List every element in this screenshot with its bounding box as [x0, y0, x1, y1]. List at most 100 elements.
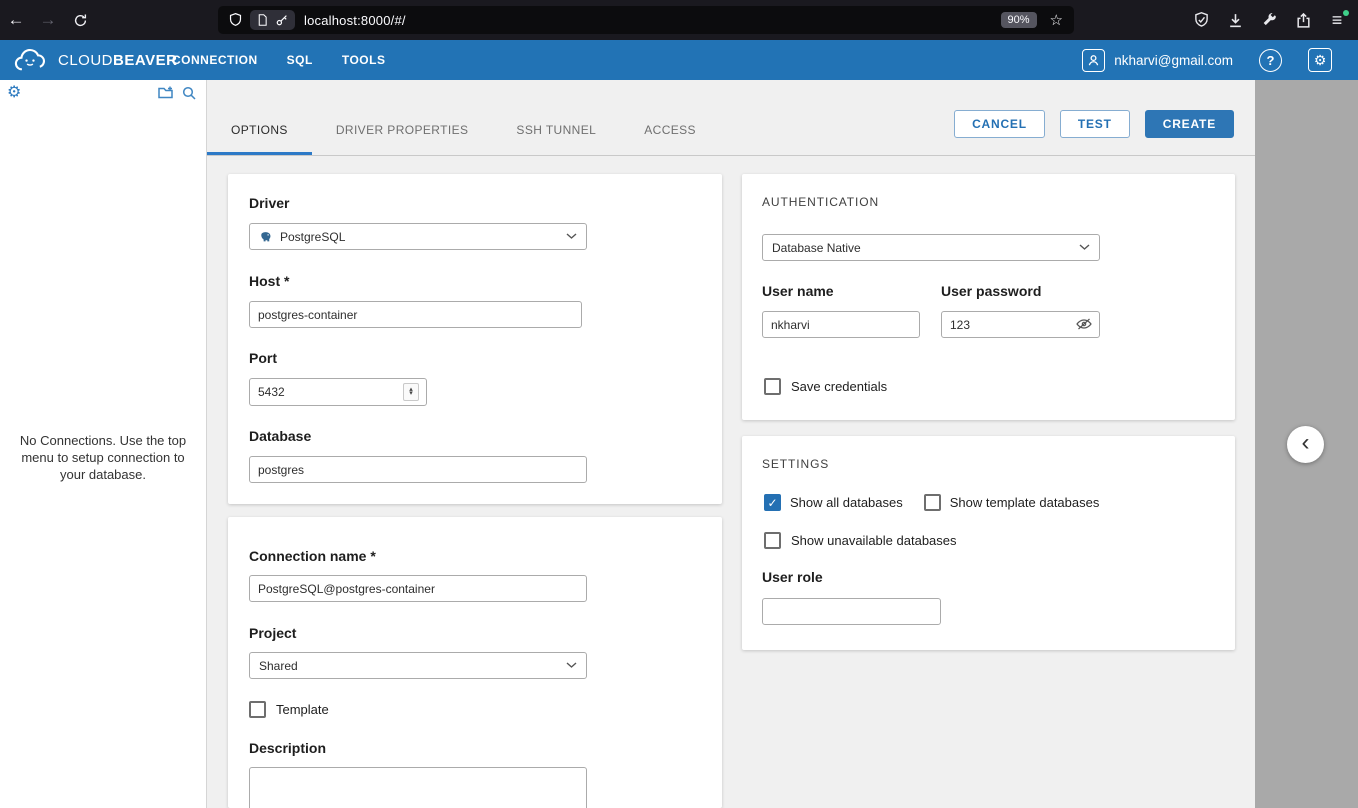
- nav-connection[interactable]: CONNECTION: [172, 53, 258, 67]
- create-button[interactable]: CREATE: [1144, 110, 1234, 138]
- user-password-label: User password: [941, 283, 1042, 299]
- connection-form-page: OPTIONS DRIVER PROPERTIES SSH TUNNEL ACC…: [207, 80, 1255, 808]
- browser-reload-button[interactable]: [64, 13, 96, 28]
- tab-options[interactable]: OPTIONS: [207, 108, 312, 155]
- show-template-databases-checkbox[interactable]: ✓: [923, 494, 941, 511]
- host-label: Host *: [249, 273, 290, 289]
- user-account[interactable]: nkharvi@gmail.com: [1082, 48, 1233, 72]
- expand-panel-button[interactable]: ‹: [1287, 426, 1324, 463]
- menu-hamburger-icon[interactable]: ≡: [1327, 10, 1349, 30]
- connection-name-label: Connection name *: [249, 548, 376, 564]
- navigator-settings-gear-icon[interactable]: ⚙: [7, 85, 21, 101]
- test-button[interactable]: TEST: [1059, 110, 1130, 138]
- tools-wrench-icon[interactable]: [1259, 10, 1279, 30]
- host-input[interactable]: [249, 301, 582, 328]
- downloads-icon[interactable]: [1225, 10, 1245, 30]
- connection-name-input[interactable]: [249, 575, 587, 602]
- show-all-databases-checkbox[interactable]: ✓: [764, 494, 781, 511]
- port-stepper[interactable]: ▴ ▾: [403, 383, 419, 401]
- help-button[interactable]: ?: [1259, 48, 1282, 72]
- sidebar-toolbar: ⚙: [0, 80, 206, 106]
- port-label: Port: [249, 350, 277, 366]
- settings-row-2: ✓ Show unavailable databases: [764, 532, 957, 549]
- show-unavailable-databases-checkbox[interactable]: ✓: [764, 532, 781, 549]
- user-name-input[interactable]: [762, 311, 920, 338]
- search-icon[interactable]: [179, 83, 199, 103]
- show-unavailable-databases-label: Show unavailable databases: [791, 533, 957, 548]
- check-icon: ✓: [767, 495, 778, 510]
- authentication-title: AUTHENTICATION: [762, 195, 880, 209]
- header-right: nkharvi@gmail.com ? ⚙: [1082, 40, 1332, 80]
- bookmark-star-icon[interactable]: ☆: [1050, 11, 1063, 29]
- show-template-databases-group: ✓ Show template databases: [923, 494, 1099, 511]
- logo-text: CloudBeaver: [58, 51, 178, 69]
- naming-card: Connection name * Project Shared ✓ Templ…: [228, 517, 722, 808]
- tracking-protection-icon[interactable]: [228, 12, 243, 28]
- zoom-level-badge[interactable]: 90%: [1000, 12, 1037, 28]
- menu-notification-dot: [1343, 10, 1349, 16]
- port-input[interactable]: [249, 378, 427, 406]
- browser-toolbar: ← → localhost:8000/#/ 90% ☆ ≡: [0, 0, 1358, 40]
- project-select-value: Shared: [259, 658, 298, 673]
- save-credentials-label: Save credentials: [791, 379, 888, 394]
- browser-toolbar-right: ≡: [1191, 0, 1358, 40]
- browser-back-button[interactable]: ←: [0, 10, 32, 30]
- template-checkbox[interactable]: ✓: [249, 701, 266, 718]
- description-label: Description: [249, 740, 327, 756]
- template-checkbox-row: ✓ Template: [249, 701, 329, 718]
- browser-forward-button[interactable]: →: [32, 10, 64, 30]
- tab-label: ACCESS: [644, 123, 696, 137]
- show-all-databases-group: ✓ Show all databases: [764, 494, 903, 511]
- tab-access[interactable]: ACCESS: [620, 108, 720, 155]
- url-text[interactable]: localhost:8000/#/: [304, 13, 406, 28]
- empty-connections-message: No Connections. Use the top menu to setu…: [19, 433, 187, 483]
- cloudbeaver-logo-icon: [14, 49, 45, 71]
- chevron-down-icon: [566, 662, 577, 669]
- tab-label: SSH TUNNEL: [516, 123, 597, 137]
- save-credentials-row: ✓ Save credentials: [764, 378, 887, 395]
- cloudbeaver-logo[interactable]: CloudBeaver: [8, 40, 177, 80]
- description-textarea[interactable]: [249, 767, 587, 808]
- site-permissions-group[interactable]: [250, 10, 295, 30]
- app-nav: CONNECTION SQL TOOLS: [172, 40, 385, 80]
- save-page-icon[interactable]: [1293, 10, 1313, 30]
- connections-filter-icon[interactable]: [155, 83, 175, 103]
- nav-tools[interactable]: TOOLS: [342, 53, 386, 67]
- collapsed-right-panel: ‹: [1255, 80, 1358, 808]
- cancel-button[interactable]: CANCEL: [954, 110, 1045, 138]
- user-password-field: [941, 311, 1100, 338]
- database-input[interactable]: [249, 456, 587, 483]
- settings-card: SETTINGS ✓ Show all databases ✓ Show tem…: [742, 436, 1235, 650]
- driver-select[interactable]: PostgreSQL: [249, 223, 587, 250]
- app-settings-button[interactable]: ⚙: [1308, 48, 1332, 72]
- screen: ← → localhost:8000/#/ 90% ☆ ≡ CLOUDBEAVE…: [0, 0, 1358, 808]
- menu-lines: ≡: [1331, 10, 1343, 30]
- postgresql-elephant-icon: [259, 230, 273, 244]
- authentication-card: AUTHENTICATION Database Native User name…: [742, 174, 1235, 420]
- save-credentials-checkbox[interactable]: ✓: [764, 378, 781, 395]
- database-label: Database: [249, 428, 312, 444]
- user-email: nkharvi@gmail.com: [1114, 52, 1233, 68]
- tab-driver-properties[interactable]: DRIVER PROPERTIES: [312, 108, 493, 155]
- chevron-left-icon: ‹: [1301, 429, 1310, 456]
- password-visibility-icon[interactable]: [1075, 316, 1093, 332]
- page-info-icon: [258, 14, 267, 26]
- user-role-input[interactable]: [762, 598, 941, 625]
- auth-method-select[interactable]: Database Native: [762, 234, 1100, 261]
- connection-tabs: OPTIONS DRIVER PROPERTIES SSH TUNNEL ACC…: [207, 108, 720, 155]
- tab-label: DRIVER PROPERTIES: [335, 123, 469, 137]
- project-select[interactable]: Shared: [249, 652, 587, 679]
- driver-select-value: PostgreSQL: [280, 229, 346, 244]
- stepper-down-icon[interactable]: ▾: [409, 390, 413, 397]
- port-field: ▴ ▾: [249, 378, 427, 406]
- browser-url-bar[interactable]: localhost:8000/#/ 90% ☆: [218, 6, 1074, 34]
- privacy-shield-icon[interactable]: [1191, 10, 1211, 30]
- show-all-databases-label: Show all databases: [790, 495, 903, 510]
- driver-label: Driver: [249, 195, 290, 211]
- nav-sql[interactable]: SQL: [287, 53, 313, 67]
- tab-ssh-tunnel[interactable]: SSH TUNNEL: [492, 108, 620, 155]
- user-name-label: User name: [762, 283, 834, 299]
- tab-label: OPTIONS: [231, 123, 288, 137]
- reload-icon: [74, 14, 86, 26]
- tabbar-divider: [207, 155, 1255, 156]
